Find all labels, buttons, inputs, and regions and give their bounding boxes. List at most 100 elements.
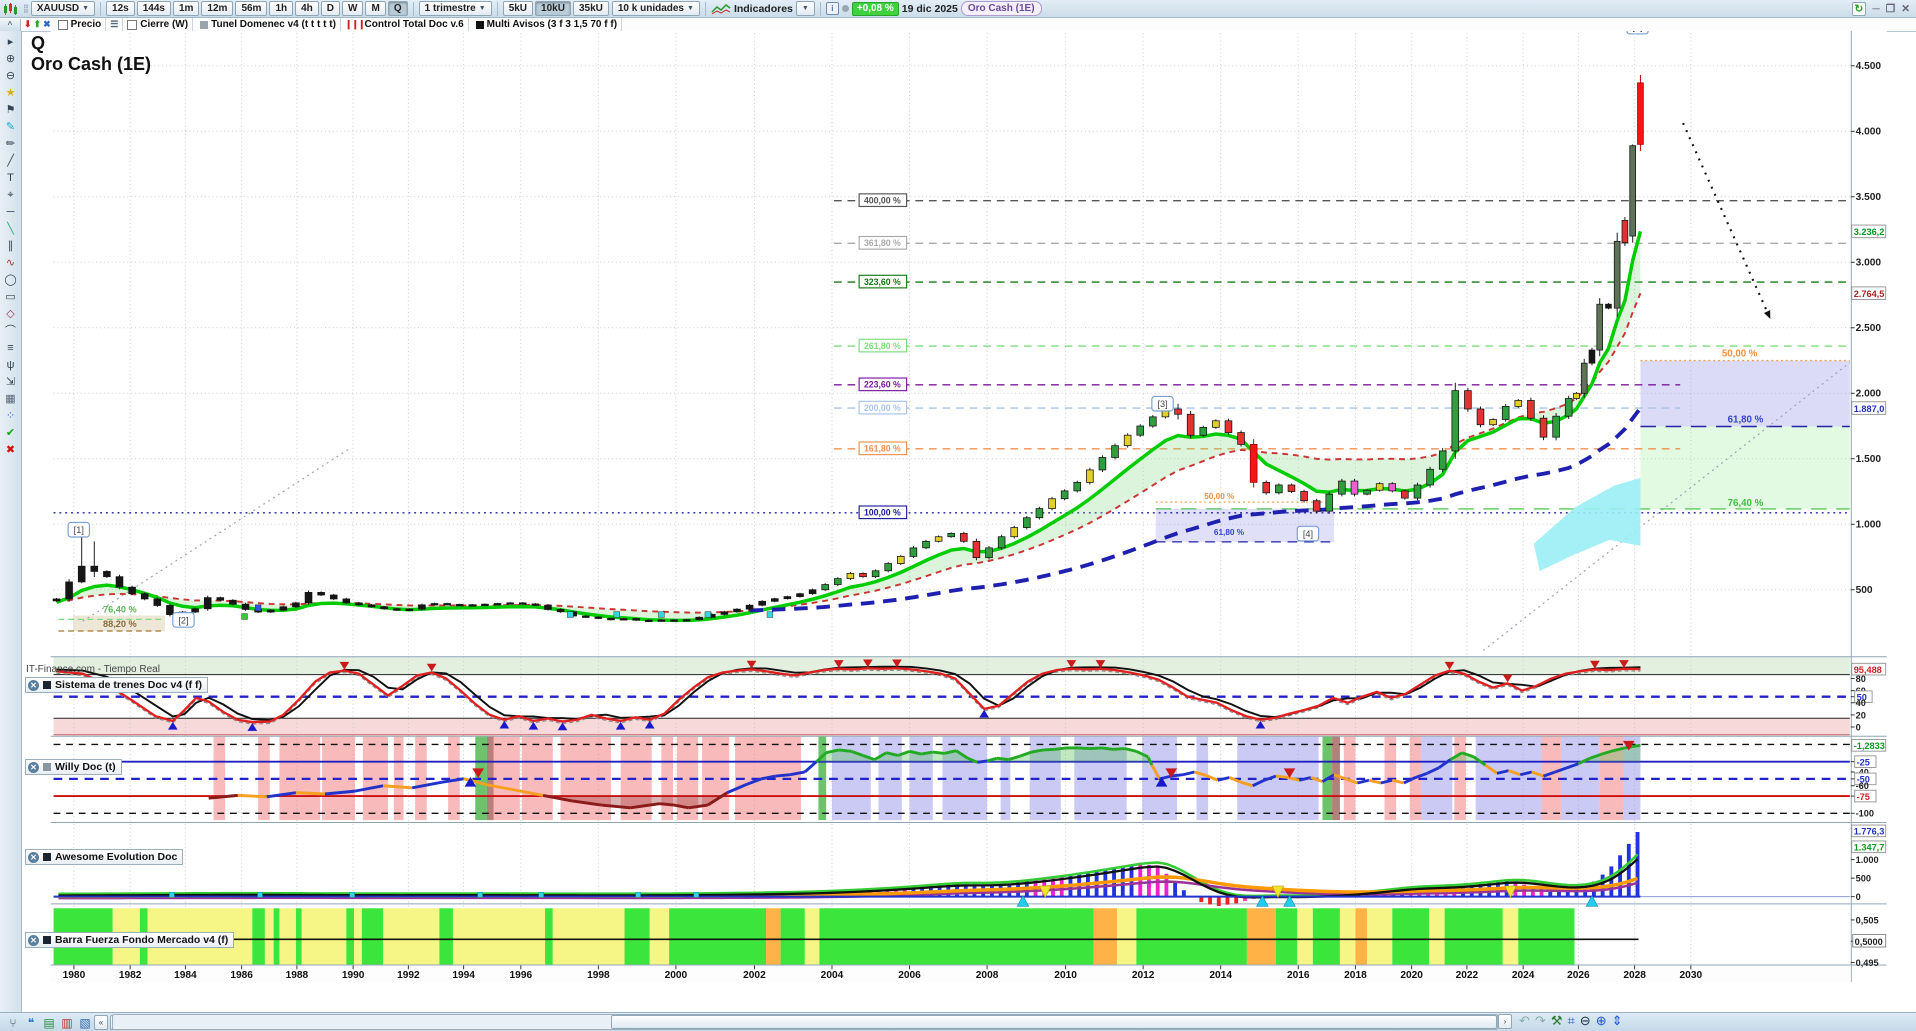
refresh-icon[interactable]: ↻ (1851, 1, 1867, 16)
panel-willy-doc: -25-40-50-60-75-100-1,2833 (53, 736, 1887, 821)
overlay-item[interactable]: Precio (54, 18, 107, 31)
overlay-item[interactable]: ❙❙❙ Control Total Doc v.6 (341, 18, 469, 31)
chart-icon[interactable]: ▧ (76, 1016, 94, 1030)
timeframe-button-12s[interactable]: 12s (106, 1, 135, 16)
chart-scrollbar[interactable] (112, 1014, 1498, 1030)
instrument-tag[interactable]: Oro Cash (1E) (960, 1, 1042, 16)
expand-icon[interactable]: ⇕ (1612, 1013, 1623, 1029)
svg-text:1992: 1992 (397, 970, 420, 981)
chart-instrument-title: Oro Cash (1E) (31, 54, 152, 74)
timeframe-button-4h[interactable]: 4h (295, 1, 319, 16)
price-axis: 4.500 4.000 3.500 3.000 2.500 2.000 1.500 1.000… (1850, 31, 1887, 982)
scrollbar-handle[interactable] (611, 1015, 1497, 1029)
prorealtime-window: { "toolbar":{ "symbol":"XAUUSD","timefra… (0, 0, 1916, 1031)
timeframe-button-1h[interactable]: 1h (269, 1, 294, 16)
indicators-button[interactable]: Indicadores (734, 3, 793, 15)
close-button[interactable]: ✕ (1901, 3, 1910, 15)
indicators-caret[interactable]: ▼ (795, 1, 815, 16)
send-up-icon[interactable]: ⬆ (34, 19, 42, 30)
svg-text:323,60 %: 323,60 % (864, 277, 901, 287)
collapse-chart-list-button[interactable]: ^ (0, 18, 21, 31)
top-toolbar: ⣿ XAUUSD ▼ 12s 144s 1m 12m 56m 1h 4h D W M Q 1 trim… (0, 0, 1916, 18)
overlays-bar: ^ ⬇ ⬆ ✖ Precio ☰ Cierre (W) Tunel Domenec v4 … (0, 18, 1916, 32)
svg-text:1994: 1994 (452, 970, 475, 981)
overlay-item[interactable]: Tunel Domenec v4 (t t t t t) (193, 18, 341, 31)
close-icon[interactable]: ✕ (28, 679, 39, 691)
close-icon[interactable]: ✕ (28, 851, 39, 863)
grip-handle[interactable]: ⣿ (23, 4, 29, 13)
settings-chart-icon[interactable]: ⚒ (1551, 1013, 1563, 1029)
bars-icon: ❙❙❙ (344, 19, 366, 29)
legend-chip (43, 853, 51, 861)
panel-header-willy-doc[interactable]: ✕ Willy Doc (t) (25, 759, 122, 775)
minimize-button[interactable]: ─ (1872, 3, 1879, 15)
orders-icon[interactable]: ▥ (58, 1016, 76, 1030)
svg-text:2002: 2002 (743, 970, 766, 981)
timeframe-button-W[interactable]: W (342, 1, 364, 16)
chart-surface[interactable]: 50,00 % 61,80 % 76,40 % 50,00 % 61,80 % 76,40… (0, 31, 1916, 1012)
send-down-icon[interactable]: ⬇ (24, 19, 32, 30)
list-icon[interactable]: ☰ (110, 19, 118, 30)
svg-text:[2]: [2] (178, 615, 188, 625)
unit-button-5kU[interactable]: 5kU (502, 1, 534, 16)
zoom-plus-icon[interactable]: ⊕ (1596, 1013, 1607, 1029)
close-icon[interactable]: ✕ (28, 761, 39, 773)
checkbox[interactable] (127, 19, 138, 30)
redo-icon[interactable]: ↷ (1535, 1013, 1546, 1029)
timeframe-button-M[interactable]: M (365, 1, 386, 16)
panel-header-sistema-de-trenes[interactable]: ✕ Sistema de trenes Doc v4 (f f) (25, 677, 209, 693)
scroll-button[interactable]: « (94, 1015, 108, 1030)
svg-text:2012: 2012 (1132, 970, 1155, 981)
timeframe-button-56m[interactable]: 56m (235, 1, 268, 16)
panel-header-awesome-evolution[interactable]: ✕ Awesome Evolution Doc (25, 849, 184, 865)
unit-button-35kU[interactable]: 35kU (572, 1, 609, 16)
symbol-selector[interactable]: XAUUSD ▼ (30, 1, 96, 16)
unit-button-10kU[interactable]: 10kU (535, 1, 571, 16)
change-badge: +0,08 % (851, 1, 899, 16)
timeframe-button-1m[interactable]: 1m (172, 1, 200, 16)
chat-icon[interactable]: ❝ (22, 1016, 40, 1030)
legend-chip (43, 936, 51, 944)
restore-button[interactable]: ❐ (1886, 3, 1895, 15)
svg-text:1982: 1982 (119, 970, 142, 981)
panel-title: Sistema de trenes Doc v4 (f f) (55, 679, 203, 691)
svg-text:-1,2833: -1,2833 (1854, 741, 1885, 751)
svg-text:1998: 1998 (587, 970, 610, 981)
overlay-item[interactable]: Cierre (W) (123, 18, 194, 31)
svg-text:1.887,0: 1.887,0 (1854, 404, 1885, 414)
svg-text:95,488: 95,488 (1854, 665, 1882, 675)
timeframe-buttons: 12s 144s 1m 12m 56m 1h 4h D W M Q (106, 1, 408, 16)
news-icon[interactable]: ▤ (40, 1016, 58, 1030)
timeframe-button-144s[interactable]: 144s (136, 1, 171, 16)
window-buttons: ↻ ─ ❐ ✕ (1851, 1, 1915, 16)
date-label: 19 dic 2025 (901, 2, 958, 15)
units-selector[interactable]: 10 k unidades ▼ (611, 1, 700, 16)
svg-text:76,40 %: 76,40 % (103, 605, 137, 615)
overlay-item[interactable]: Multi Avisos (3 f 3 1,5 70 f f) (469, 18, 623, 31)
svg-text:2.500: 2.500 (1856, 323, 1882, 334)
undo-icon[interactable]: ↶ (1519, 1013, 1530, 1029)
panel-header-barra-fuerza[interactable]: ✕ Barra Fuerza Fondo Mercado v4 (f) (25, 932, 235, 948)
overlay-label: Cierre (W) (140, 19, 189, 30)
timeframe-button-12m[interactable]: 12m (201, 1, 234, 16)
clear-icon[interactable]: ✖ (43, 19, 51, 30)
svg-text:2028: 2028 (1623, 970, 1646, 981)
scroll-button[interactable]: › (1498, 1013, 1512, 1029)
svg-text:2010: 2010 (1054, 970, 1077, 981)
overlay-item[interactable]: ☰ (106, 18, 124, 31)
svg-text:261,80 %: 261,80 % (864, 341, 901, 351)
period-selector[interactable]: 1 trimestre ▼ (418, 1, 492, 16)
svg-text:1.000: 1.000 (1856, 855, 1879, 865)
svg-text:3.500: 3.500 (1856, 192, 1882, 203)
chart-style-icon[interactable] (711, 2, 731, 16)
legend-chip (43, 681, 51, 689)
share-icon[interactable]: ⑂ (4, 1016, 22, 1030)
timeframe-button-Q[interactable]: Q (387, 1, 408, 16)
info-icon[interactable]: i (825, 2, 839, 15)
overlay-label: Multi Avisos (3 f 3 1,5 70 f f) (486, 19, 618, 30)
close-icon[interactable]: ✕ (28, 934, 39, 946)
timeframe-button-D[interactable]: D (320, 1, 341, 16)
checkbox[interactable] (57, 19, 68, 30)
zoom-minus-icon[interactable]: ⊖ (1580, 1013, 1591, 1029)
zoom-fit-icon[interactable]: ⌗ (1567, 1013, 1574, 1029)
